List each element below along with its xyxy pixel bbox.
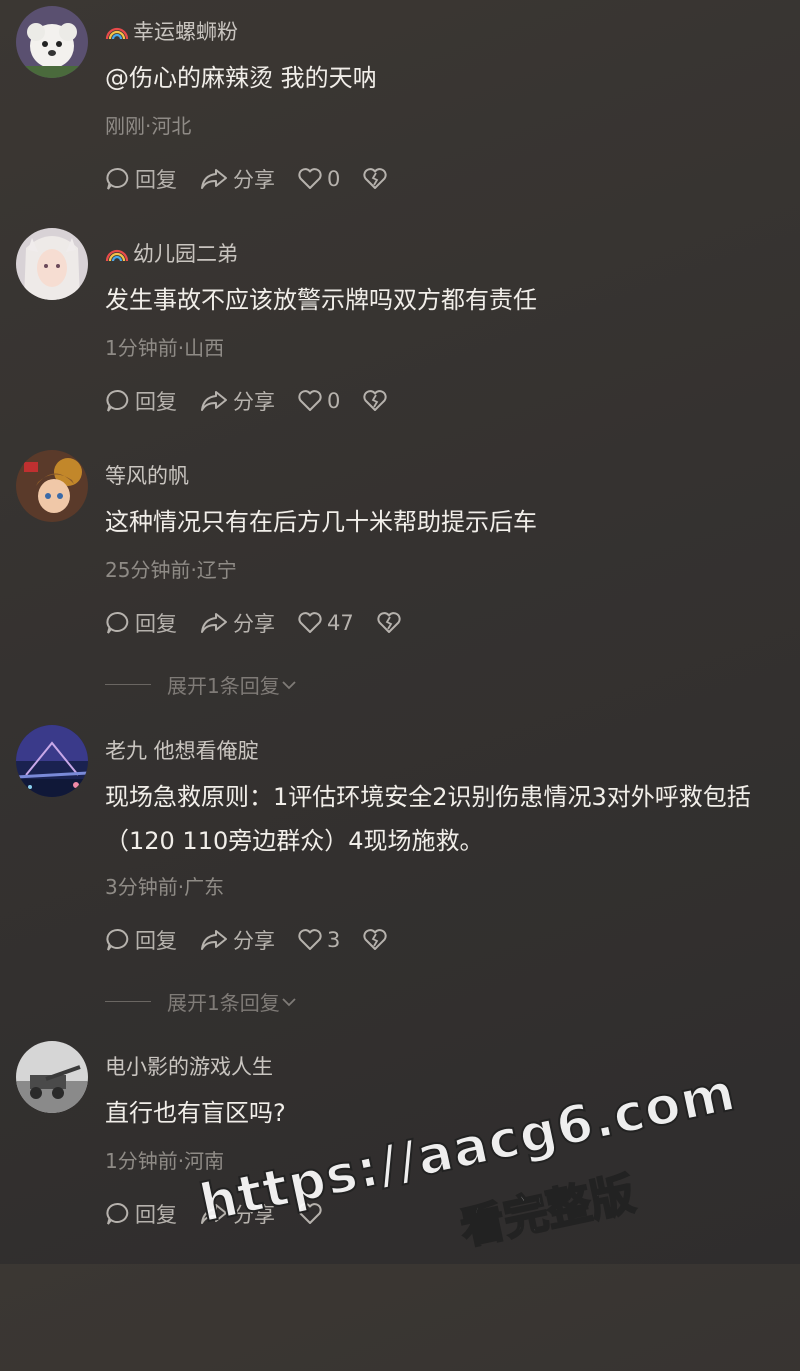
- like-button[interactable]: 0: [297, 389, 340, 413]
- comment-actions: 回复 分享 0: [105, 164, 410, 194]
- reply-icon: [106, 390, 129, 412]
- share-icon: [201, 169, 227, 189]
- comment-text: @伤心的麻辣烫 我的天呐: [105, 64, 377, 92]
- share-icon: [201, 613, 227, 633]
- expand-replies[interactable]: 展开1条回复: [105, 987, 298, 1016]
- reply-button[interactable]: 回复: [105, 164, 177, 194]
- dislike-button[interactable]: [362, 928, 388, 952]
- share-icon: [201, 391, 227, 411]
- dislike-button[interactable]: [362, 389, 388, 413]
- avatar[interactable]: [16, 228, 88, 300]
- avatar[interactable]: [16, 725, 88, 797]
- share-icon: [201, 930, 227, 950]
- share-button[interactable]: 分享: [199, 925, 275, 955]
- reply-button[interactable]: 回复: [105, 608, 177, 638]
- share-label: 分享: [233, 929, 275, 953]
- dislike-button[interactable]: [362, 167, 388, 191]
- heart-icon: [298, 929, 322, 950]
- share-label: 分享: [233, 168, 275, 192]
- broken-heart-icon: [363, 390, 388, 411]
- reply-button[interactable]: 回复: [105, 386, 177, 416]
- share-label: 分享: [233, 612, 275, 636]
- comment-text: 现场急救原则：1评估环境安全2识别伤患情况3对外呼救包括（120 110旁边群众…: [105, 783, 751, 855]
- comment-actions: 回复 分享 0: [105, 386, 410, 416]
- reply-button[interactable]: 回复: [105, 925, 177, 955]
- chevron-down-icon: [282, 680, 296, 689]
- like-count: 47: [327, 611, 354, 635]
- reply-label: 回复: [135, 612, 177, 636]
- comment-text: 直行也有盲区吗?: [105, 1099, 286, 1127]
- like-button[interactable]: 0: [297, 167, 340, 191]
- comment-actions: 回复 分享 3: [105, 925, 410, 955]
- share-button[interactable]: 分享: [199, 164, 275, 194]
- rainbow-icon: [105, 249, 129, 262]
- expand-label: 展开1条回复: [167, 991, 280, 1015]
- avatar[interactable]: [16, 6, 88, 78]
- reply-icon: [106, 929, 129, 951]
- share-button[interactable]: 分享: [199, 608, 275, 638]
- dislike-button[interactable]: [376, 611, 402, 635]
- heart-icon: [298, 612, 322, 633]
- comment-meta: 25分钟前·辽宁: [105, 558, 237, 582]
- username-text: 等风的帆: [105, 464, 189, 488]
- like-button[interactable]: 3: [297, 928, 340, 952]
- share-icon: [201, 1204, 227, 1224]
- reply-label: 回复: [135, 168, 177, 192]
- like-count: 3: [327, 928, 341, 952]
- like-button[interactable]: 47: [297, 611, 354, 635]
- reply-button[interactable]: 回复: [105, 1199, 177, 1229]
- chevron-down-icon: [282, 997, 296, 1006]
- username-text: 幼儿园二弟: [133, 242, 238, 266]
- expand-divider: [105, 684, 151, 685]
- broken-heart-icon: [377, 612, 401, 633]
- broken-heart-icon: [363, 168, 388, 189]
- like-count: 0: [327, 389, 341, 413]
- comment-meta: 刚刚·河北: [105, 114, 192, 138]
- reply-label: 回复: [135, 1203, 177, 1227]
- broken-heart-icon: [363, 929, 388, 950]
- reply-icon: [106, 168, 129, 190]
- username[interactable]: 幼儿园二弟: [105, 238, 238, 268]
- heart-icon: [298, 1203, 322, 1224]
- reply-icon: [106, 1203, 129, 1225]
- username-text: 电小影的游戏人生: [105, 1055, 273, 1079]
- comment-meta: 1分钟前·河南: [105, 1149, 225, 1173]
- reply-label: 回复: [135, 390, 177, 414]
- share-label: 分享: [233, 390, 275, 414]
- expand-label: 展开1条回复: [167, 674, 280, 698]
- heart-icon: [298, 390, 322, 411]
- username[interactable]: 幸运螺蛳粉: [105, 16, 238, 46]
- comment-text: 发生事故不应该放警示牌吗双方都有责任: [105, 286, 537, 314]
- share-label: 分享: [233, 1203, 275, 1227]
- reply-icon: [106, 612, 129, 634]
- comment-text: 这种情况只有在后方几十米帮助提示后车: [105, 508, 537, 536]
- comment-meta: 1分钟前·山西: [105, 336, 225, 360]
- rainbow-icon: [105, 27, 129, 40]
- expand-divider: [105, 1001, 151, 1002]
- comment-actions: 回复 分享: [105, 1199, 345, 1229]
- share-button[interactable]: 分享: [199, 386, 275, 416]
- comment-actions: 回复 分享 47: [105, 608, 424, 638]
- expand-replies[interactable]: 展开1条回复: [105, 670, 298, 699]
- username-text: 幸运螺蛳粉: [133, 20, 238, 44]
- username[interactable]: 电小影的游戏人生: [105, 1051, 273, 1081]
- comment-meta: 3分钟前·广东: [105, 875, 225, 899]
- avatar[interactable]: [16, 1041, 88, 1113]
- reply-label: 回复: [135, 929, 177, 953]
- username-text: 老九 他想看俺腚: [105, 739, 259, 763]
- avatar[interactable]: [16, 450, 88, 522]
- heart-icon: [298, 168, 322, 189]
- share-button[interactable]: 分享: [199, 1199, 275, 1229]
- like-count: 0: [327, 167, 341, 191]
- username[interactable]: 老九 他想看俺腚: [105, 735, 259, 765]
- username[interactable]: 等风的帆: [105, 460, 189, 490]
- like-button[interactable]: [297, 1202, 323, 1226]
- watermark-label: 看完整版: [455, 1168, 640, 1256]
